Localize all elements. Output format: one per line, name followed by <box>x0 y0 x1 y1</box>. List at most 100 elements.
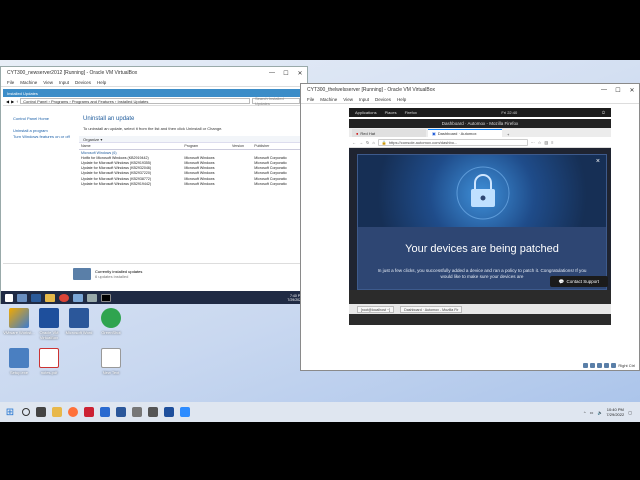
guest-screen-rhel[interactable]: Applications Places Firefox Fri 22:40 ⏻ … <box>304 108 638 368</box>
forward-icon[interactable]: → <box>359 140 363 145</box>
minimize-button[interactable]: — <box>265 70 279 77</box>
breadcrumb-item[interactable]: Programs <box>51 99 68 104</box>
bookmark-icon[interactable]: ☆ <box>538 140 542 145</box>
search-icon[interactable] <box>22 408 30 416</box>
breadcrumb-item[interactable]: Programs and Features <box>72 99 114 104</box>
app-icon[interactable] <box>84 407 94 417</box>
network-icon[interactable] <box>604 363 610 368</box>
contact-support-button[interactable]: 💬 Contact Support <box>550 276 608 287</box>
display-icon[interactable] <box>611 363 617 368</box>
library-icon[interactable]: ▥ <box>544 140 548 145</box>
file-explorer-icon[interactable] <box>52 407 62 417</box>
table-row[interactable]: Update for Microsoft Windows (KB2937220)… <box>79 171 303 176</box>
nav-control-panel-home[interactable]: Control Panel Home <box>13 116 73 122</box>
usb-icon[interactable] <box>597 363 603 368</box>
desktop-icon-setup[interactable]: Setup.exe <box>2 348 36 375</box>
maximize-button[interactable]: ☐ <box>611 87 625 94</box>
menu-machine[interactable]: Machine <box>320 97 337 102</box>
control-panel-icon[interactable] <box>73 293 83 302</box>
host-clock[interactable]: 10:40 PM 7/29/2022 <box>606 407 624 417</box>
firefox-titlebar[interactable]: Dashboard · Automox - Mozilla Firefox <box>349 119 611 128</box>
menu-view[interactable]: View <box>43 80 53 85</box>
url-bar[interactable]: 🔒 https://console.automox.com/dashbo... <box>377 138 528 146</box>
app-icon[interactable] <box>87 293 97 302</box>
tab-red-hat[interactable]: ● Red Hat <box>352 129 426 137</box>
table-row[interactable]: Hotfix for Microsoft Windows (KB2919442)… <box>79 155 303 160</box>
chrome-icon[interactable] <box>59 293 69 302</box>
notification-icon[interactable]: ▢ <box>628 410 632 415</box>
menu-input[interactable]: Input <box>359 97 369 102</box>
firefox-window[interactable]: Dashboard · Automox - Mozilla Firefox ● … <box>349 119 611 325</box>
menu-file[interactable]: File <box>307 97 314 102</box>
vmware-icon[interactable] <box>132 407 142 417</box>
close-icon[interactable]: × <box>596 158 600 165</box>
minimize-button[interactable]: — <box>597 87 611 94</box>
taskbar-item-terminal[interactable]: [root@localhost ~] <box>357 305 395 313</box>
vm-window-rhel[interactable]: CYT300_thelwelsserver [Running] - Oracle… <box>300 83 640 371</box>
places-menu[interactable]: Places <box>385 110 397 115</box>
forward-icon[interactable]: ▶ <box>11 99 14 104</box>
menu-devices[interactable]: Devices <box>75 80 91 85</box>
tool-icon[interactable] <box>148 407 158 417</box>
reload-icon[interactable]: ↻ <box>366 140 369 145</box>
up-icon[interactable]: ↑ <box>16 99 18 104</box>
menu-icon[interactable]: ≡ <box>551 140 553 145</box>
chevron-up-icon[interactable]: ^ <box>584 410 586 415</box>
back-icon[interactable]: ← <box>352 140 356 145</box>
new-tab-button[interactable]: + <box>504 132 512 137</box>
desktop-icon-textfile[interactable]: New Text <box>94 348 128 375</box>
network-icon[interactable]: ▭ <box>590 410 594 415</box>
powershell-icon[interactable] <box>31 293 41 302</box>
more-icon[interactable]: ⋯ <box>531 140 535 145</box>
gnome-clock[interactable]: Fri 22:40 <box>501 110 517 115</box>
desktop-icon-greenshot[interactable]: GreenShot <box>94 308 128 335</box>
nav-windows-features[interactable]: Turn Windows features on or off <box>13 134 73 140</box>
guest-screen-server2012[interactable]: Installed Updates ◀ ▶ ↑ Control Panel › … <box>3 89 303 291</box>
menu-devices[interactable]: Devices <box>375 97 391 102</box>
breadcrumb[interactable]: Control Panel › Programs › Programs and … <box>20 98 250 104</box>
menu-machine[interactable]: Machine <box>20 80 37 85</box>
desktop-icon-vmware[interactable]: VMware Workst... <box>2 308 36 335</box>
close-button[interactable]: ✕ <box>625 87 639 94</box>
vm-window-server2012[interactable]: CYT300_newserver2012 [Running] - Oracle … <box>0 66 308 304</box>
word-icon[interactable] <box>116 407 126 417</box>
menu-help[interactable]: Help <box>397 97 406 102</box>
home-icon[interactable]: ⌂ <box>372 140 374 145</box>
vm-titlebar[interactable]: CYT300_newserver2012 [Running] - Oracle … <box>1 67 307 79</box>
zoom-icon[interactable] <box>180 407 190 417</box>
firefox-app-menu[interactable]: Firefox <box>405 110 417 115</box>
breadcrumb-item[interactable]: Control Panel <box>23 99 47 104</box>
table-row[interactable]: Update for Microsoft Windows (KB2919355)… <box>79 160 303 165</box>
server-manager-icon[interactable] <box>17 293 27 302</box>
mail-icon[interactable] <box>100 407 110 417</box>
cd-icon[interactable] <box>590 363 596 368</box>
windows-start-icon[interactable]: ⊞ <box>4 407 16 418</box>
table-row[interactable]: Update for Microsoft Windows (KB2932046)… <box>79 166 303 171</box>
tab-dashboard-automox[interactable]: ▣ Dashboard · Automox <box>428 129 502 137</box>
table-row[interactable]: Update for Microsoft Windows (KB2938772)… <box>79 176 303 181</box>
volume-icon[interactable]: 🔈 <box>597 410 602 415</box>
close-button[interactable]: ✕ <box>293 70 307 77</box>
organize-button[interactable]: Organize ▾ <box>83 137 102 142</box>
firefox-icon[interactable] <box>68 407 78 417</box>
hdd-icon[interactable] <box>583 363 589 368</box>
breadcrumb-item[interactable]: Installed Updates <box>117 99 148 104</box>
menu-view[interactable]: View <box>343 97 353 102</box>
table-row[interactable]: Update for Microsoft Windows (KB2919442)… <box>79 181 303 186</box>
virtualbox-icon[interactable] <box>164 407 174 417</box>
menu-file[interactable]: File <box>7 80 14 85</box>
back-icon[interactable]: ◀ <box>6 99 9 104</box>
cmd-icon[interactable] <box>101 293 111 302</box>
desktop-icon-virtualbox[interactable]: Oracle VM VirtualBox <box>32 308 66 340</box>
power-icon[interactable]: ⏻ <box>602 110 605 115</box>
task-view-icon[interactable] <box>36 407 46 417</box>
desktop-icon-pdf[interactable]: notes.pdf <box>32 348 66 375</box>
start-icon[interactable] <box>5 293 13 302</box>
vm-titlebar[interactable]: CYT300_thelwelsserver [Running] - Oracle… <box>301 84 639 96</box>
menu-input[interactable]: Input <box>59 80 69 85</box>
search-input[interactable]: Search Installed Updates <box>252 96 300 106</box>
explorer-icon[interactable] <box>45 293 55 302</box>
desktop-icon-word[interactable]: Microsoft Word <box>62 308 96 335</box>
menu-help[interactable]: Help <box>97 80 106 85</box>
maximize-button[interactable]: ☐ <box>279 70 293 77</box>
